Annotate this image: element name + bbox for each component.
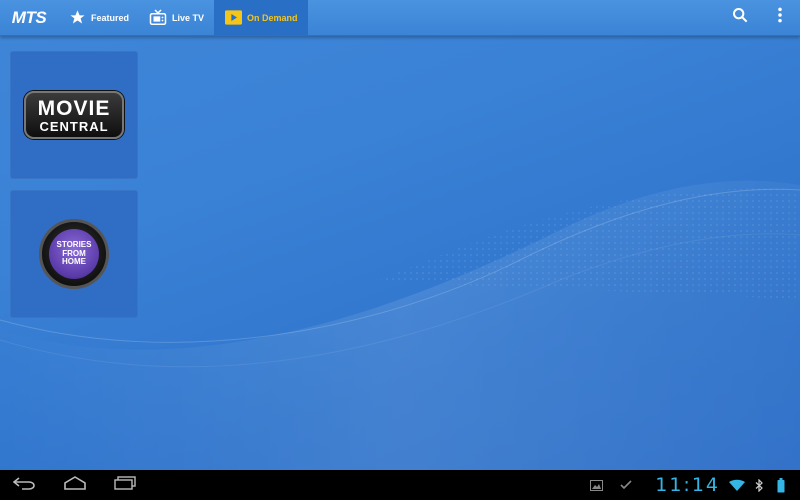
home-button[interactable]	[50, 470, 100, 500]
logo-line1: MOVIE	[37, 96, 111, 120]
tab-live-tv[interactable]: Live TV	[139, 0, 214, 35]
overflow-menu-button[interactable]	[760, 0, 800, 35]
tab-label: On Demand	[247, 12, 298, 23]
bluetooth-icon	[750, 470, 768, 500]
recent-apps-icon	[113, 475, 137, 495]
tv-icon	[149, 9, 167, 27]
back-button[interactable]	[0, 470, 50, 500]
tab-label: Live TV	[172, 12, 205, 23]
search-icon	[732, 7, 748, 28]
play-icon	[224, 9, 242, 27]
action-bar: MTS Featured Live TV On Demand	[0, 0, 800, 36]
app-screen: MTS Featured Live TV On Demand MOVIE CEN…	[0, 0, 800, 470]
logo-line3: HOME	[62, 257, 86, 267]
star-icon	[68, 9, 86, 27]
recent-apps-button[interactable]	[100, 470, 150, 500]
movie-central-logo: MOVIE CENTRAL	[24, 91, 124, 139]
system-bar: 11:14	[0, 470, 800, 500]
battery-icon	[772, 470, 790, 500]
overflow-menu-icon	[777, 7, 783, 28]
wifi-icon	[728, 470, 746, 500]
clock: 11:14	[655, 474, 720, 496]
gallery-icon[interactable]	[587, 470, 605, 500]
home-icon	[63, 475, 87, 495]
brand-logo[interactable]: MTS	[0, 0, 58, 35]
back-icon	[12, 476, 37, 495]
tab-label: Featured	[91, 12, 130, 23]
check-icon[interactable]	[617, 470, 635, 500]
tab-on-demand[interactable]: On Demand	[214, 0, 308, 35]
search-button[interactable]	[720, 0, 760, 35]
tile-stories-from-home[interactable]: STORIES FROM HOME	[10, 190, 138, 318]
tab-featured[interactable]: Featured	[58, 0, 139, 35]
logo-line2: CENTRAL	[39, 118, 109, 134]
tile-movie-central[interactable]: MOVIE CENTRAL	[10, 51, 138, 179]
stories-from-home-logo: STORIES FROM HOME	[39, 219, 109, 289]
